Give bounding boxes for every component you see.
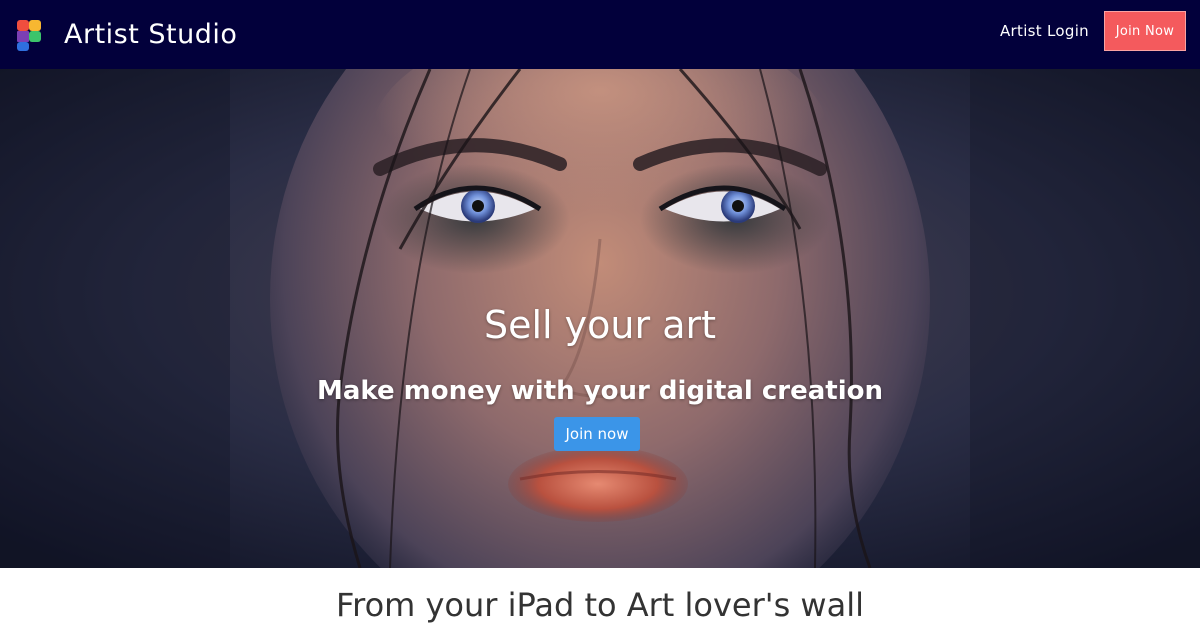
hero-join-button[interactable]: Join now (554, 417, 640, 451)
hero-title: Sell your art (483, 303, 717, 347)
hero-banner: Sell your art Make money with your digit… (0, 69, 1200, 568)
brand-home-link[interactable]: Artist Studio (15, 0, 237, 69)
top-navbar: Artist Studio Artist Login Join Now (0, 0, 1200, 69)
join-now-button[interactable]: Join Now (1104, 11, 1186, 51)
multicolor-p-logo-icon (15, 18, 43, 52)
artist-login-link[interactable]: Artist Login (1000, 22, 1089, 40)
nav-actions: Artist Login Join Now (1000, 11, 1186, 51)
hero-subtitle: Make money with your digital creation (316, 376, 884, 406)
brand-name: Artist Studio (64, 19, 238, 50)
section-heading: From your iPad to Art lover's wall (336, 586, 864, 624)
